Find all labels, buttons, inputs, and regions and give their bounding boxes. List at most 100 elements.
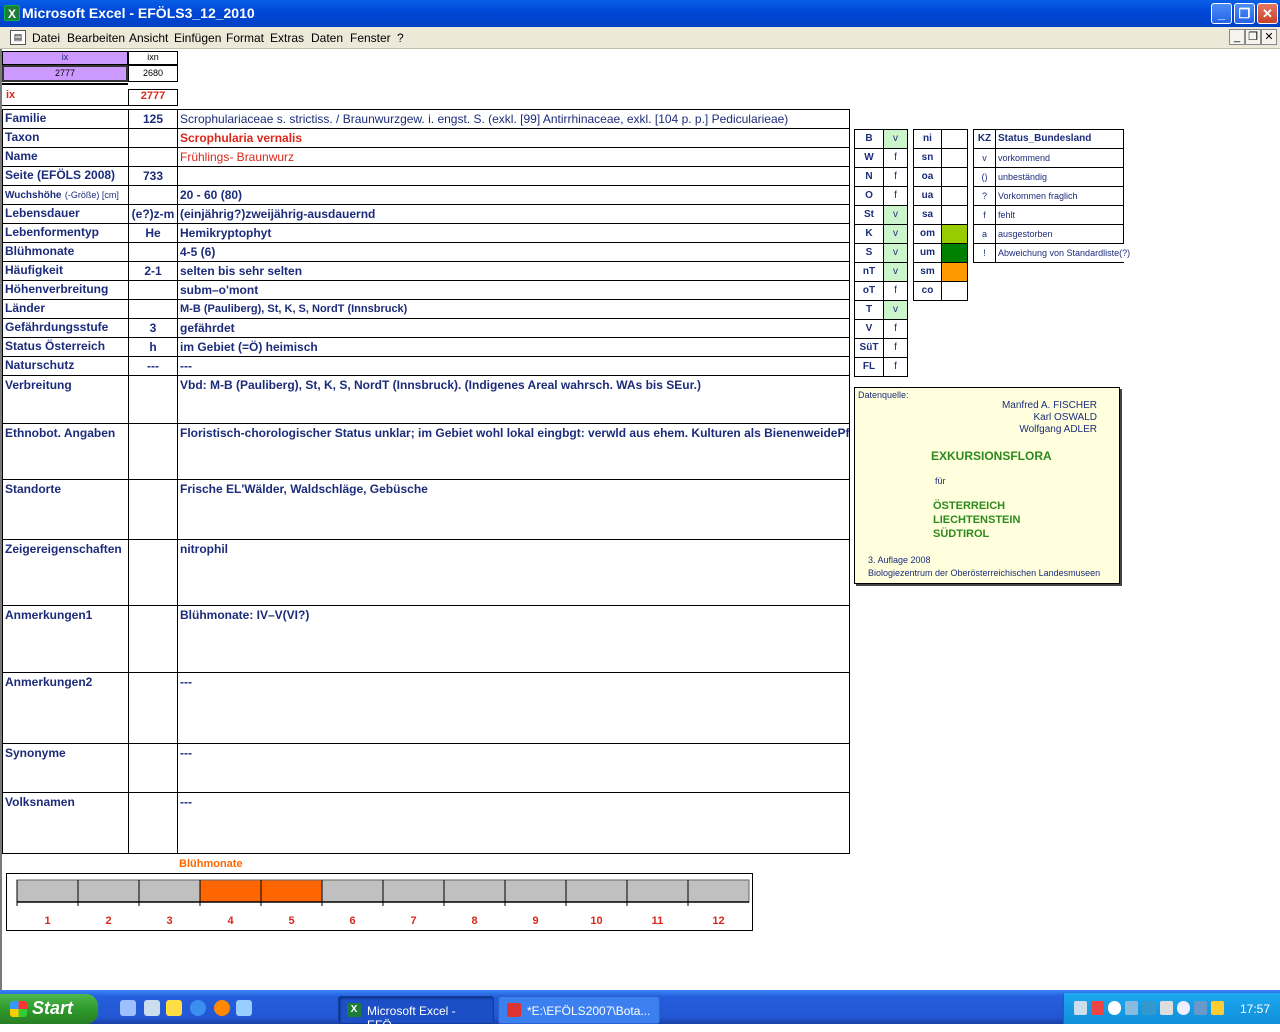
state-kz-3[interactable]: O <box>854 186 884 206</box>
row-value-5[interactable]: (einjährig?)zweijährig-ausdauernd <box>177 204 850 224</box>
row-label-7[interactable]: Blühmonate <box>2 242 129 262</box>
legend-key-1[interactable]: () <box>973 167 996 187</box>
big-row-value-2[interactable]: Frische EL'Wälder, Waldschläge, Gebüsche <box>177 479 850 540</box>
row-label-9[interactable]: Höhenverbreitung <box>2 280 129 300</box>
row-value-9[interactable]: subm–o'mont <box>177 280 850 300</box>
big-row-code-7[interactable] <box>128 792 178 854</box>
row-label-1[interactable]: Taxon <box>2 128 129 148</box>
state-kz-12[interactable]: FL <box>854 357 884 377</box>
legend-key-0[interactable]: v <box>973 148 996 168</box>
altitude-color-1[interactable] <box>941 148 968 168</box>
row-value-3[interactable] <box>177 166 850 186</box>
state-kz-8[interactable]: oT <box>854 281 884 301</box>
menu-daten[interactable]: Daten <box>311 31 343 45</box>
row-value-2[interactable]: Frühlings- Braunwurz <box>177 147 850 167</box>
row-value-10[interactable]: M-B (Pauliberg), St, K, S, NordT (Innsbr… <box>177 299 850 319</box>
ixn-header[interactable]: ixn <box>128 51 178 65</box>
tray-icons[interactable] <box>1074 1001 1224 1017</box>
legend-text-2[interactable]: Vorkommen fraglich <box>995 186 1124 206</box>
row-code-1[interactable] <box>128 128 178 148</box>
state-value-3[interactable]: f <box>883 186 908 206</box>
altitude-key-4[interactable]: sa <box>913 205 942 225</box>
worksheet[interactable]: ix ixn 2777 2680 ix 2777 Familie 125 Scrop… <box>0 49 1280 990</box>
state-value-10[interactable]: f <box>883 319 908 339</box>
row-code-13[interactable]: --- <box>128 356 178 376</box>
row-label-4[interactable]: Wuchshöhe (-Größe) [cm] <box>2 185 129 205</box>
ix-value-cell[interactable]: 2777 <box>2 65 128 82</box>
big-row-value-3[interactable]: nitrophil <box>177 539 850 606</box>
state-value-12[interactable]: f <box>883 357 908 377</box>
state-value-11[interactable]: f <box>883 338 908 358</box>
shield-icon[interactable] <box>1142 1001 1156 1015</box>
state-value-0[interactable]: v <box>883 129 908 149</box>
row-label-5[interactable]: Lebensdauer <box>2 204 129 224</box>
menu-format[interactable]: Format <box>226 31 264 45</box>
row-value-1[interactable]: Scrophularia vernalis <box>177 128 850 148</box>
firefox-icon[interactable] <box>214 1000 230 1016</box>
legend-text-5[interactable]: Abweichung von Standardliste(?) <box>995 243 1130 263</box>
row-value-11[interactable]: gefährdet <box>177 318 850 338</box>
altitude-key-2[interactable]: oa <box>913 167 942 187</box>
row-label-10[interactable]: Länder <box>2 299 129 319</box>
row-label-13[interactable]: Naturschutz <box>2 356 129 376</box>
row-label-8[interactable]: Häufigkeit <box>2 261 129 281</box>
row-label-6[interactable]: Lebenformentyp <box>2 223 129 243</box>
big-row-value-5[interactable]: --- <box>177 672 850 744</box>
row-label-12[interactable]: Status Österreich <box>2 337 129 357</box>
ix-red-value[interactable]: 2777 <box>128 89 178 106</box>
row-code-6[interactable]: He <box>128 223 178 243</box>
state-value-5[interactable]: v <box>883 224 908 244</box>
row-code-10[interactable] <box>128 299 178 319</box>
row-code-3[interactable]: 733 <box>128 166 178 186</box>
legend-text-3[interactable]: fehlt <box>995 205 1124 225</box>
close-button[interactable]: ✕ <box>1257 3 1278 24</box>
row-label-2[interactable]: Name <box>2 147 129 167</box>
legend-key-5[interactable]: ! <box>973 243 996 263</box>
row-code-4[interactable] <box>128 185 178 205</box>
altitude-key-8[interactable]: co <box>913 281 942 301</box>
explorer-icon[interactable] <box>144 1000 160 1016</box>
big-row-value-0[interactable]: Vbd: M-B (Pauliberg), St, K, S, NordT (I… <box>177 375 850 424</box>
state-kz-1[interactable]: W <box>854 148 884 168</box>
legend-status-header[interactable]: Status_Bundesland <box>995 129 1124 149</box>
row-value-7[interactable]: 4-5 (6) <box>177 242 850 262</box>
state-value-1[interactable]: f <box>883 148 908 168</box>
big-row-label-0[interactable]: Verbreitung <box>2 375 129 424</box>
altitude-color-0[interactable] <box>941 129 968 149</box>
legend-text-4[interactable]: ausgestorben <box>995 224 1124 244</box>
mail-icon[interactable] <box>236 1000 252 1016</box>
legend-key-2[interactable]: ? <box>973 186 996 206</box>
big-row-code-4[interactable] <box>128 605 178 673</box>
legend-kz-header[interactable]: KZ <box>973 129 996 149</box>
state-value-6[interactable]: v <box>883 243 908 263</box>
info-icon[interactable] <box>1176 1001 1190 1015</box>
state-value-7[interactable]: v <box>883 262 908 282</box>
state-kz-5[interactable]: K <box>854 224 884 244</box>
update-icon[interactable] <box>1125 1001 1139 1015</box>
big-row-code-0[interactable] <box>128 375 178 424</box>
big-row-label-2[interactable]: Standorte <box>2 479 129 540</box>
legend-text-0[interactable]: vorkommend <box>995 148 1124 168</box>
row-code-5[interactable]: (e?)z-m <box>128 204 178 224</box>
altitude-color-3[interactable] <box>941 186 968 206</box>
row-value-4[interactable]: 20 - 60 (80) <box>177 185 850 205</box>
state-kz-4[interactable]: St <box>854 205 884 225</box>
network-icon[interactable] <box>1074 1001 1088 1015</box>
legend-key-3[interactable]: f <box>973 205 996 225</box>
row-code-2[interactable] <box>128 147 178 167</box>
security-icon[interactable] <box>1091 1001 1105 1015</box>
altitude-color-7[interactable] <box>941 262 968 282</box>
altitude-color-2[interactable] <box>941 167 968 187</box>
state-kz-11[interactable]: SüT <box>854 338 884 358</box>
state-kz-0[interactable]: B <box>854 129 884 149</box>
big-row-label-3[interactable]: Zeigereigenschaften <box>2 539 129 606</box>
internet-explorer-icon[interactable] <box>190 1000 206 1016</box>
menu-help[interactable]: ? <box>397 31 404 45</box>
desktop-icon[interactable] <box>120 1000 136 1016</box>
menu-extras[interactable]: Extras <box>270 31 304 45</box>
state-kz-9[interactable]: T <box>854 300 884 320</box>
big-row-code-1[interactable] <box>128 423 178 480</box>
state-kz-7[interactable]: nT <box>854 262 884 282</box>
battery-icon[interactable] <box>1193 1001 1207 1015</box>
menu-fenster[interactable]: Fenster <box>350 31 391 45</box>
